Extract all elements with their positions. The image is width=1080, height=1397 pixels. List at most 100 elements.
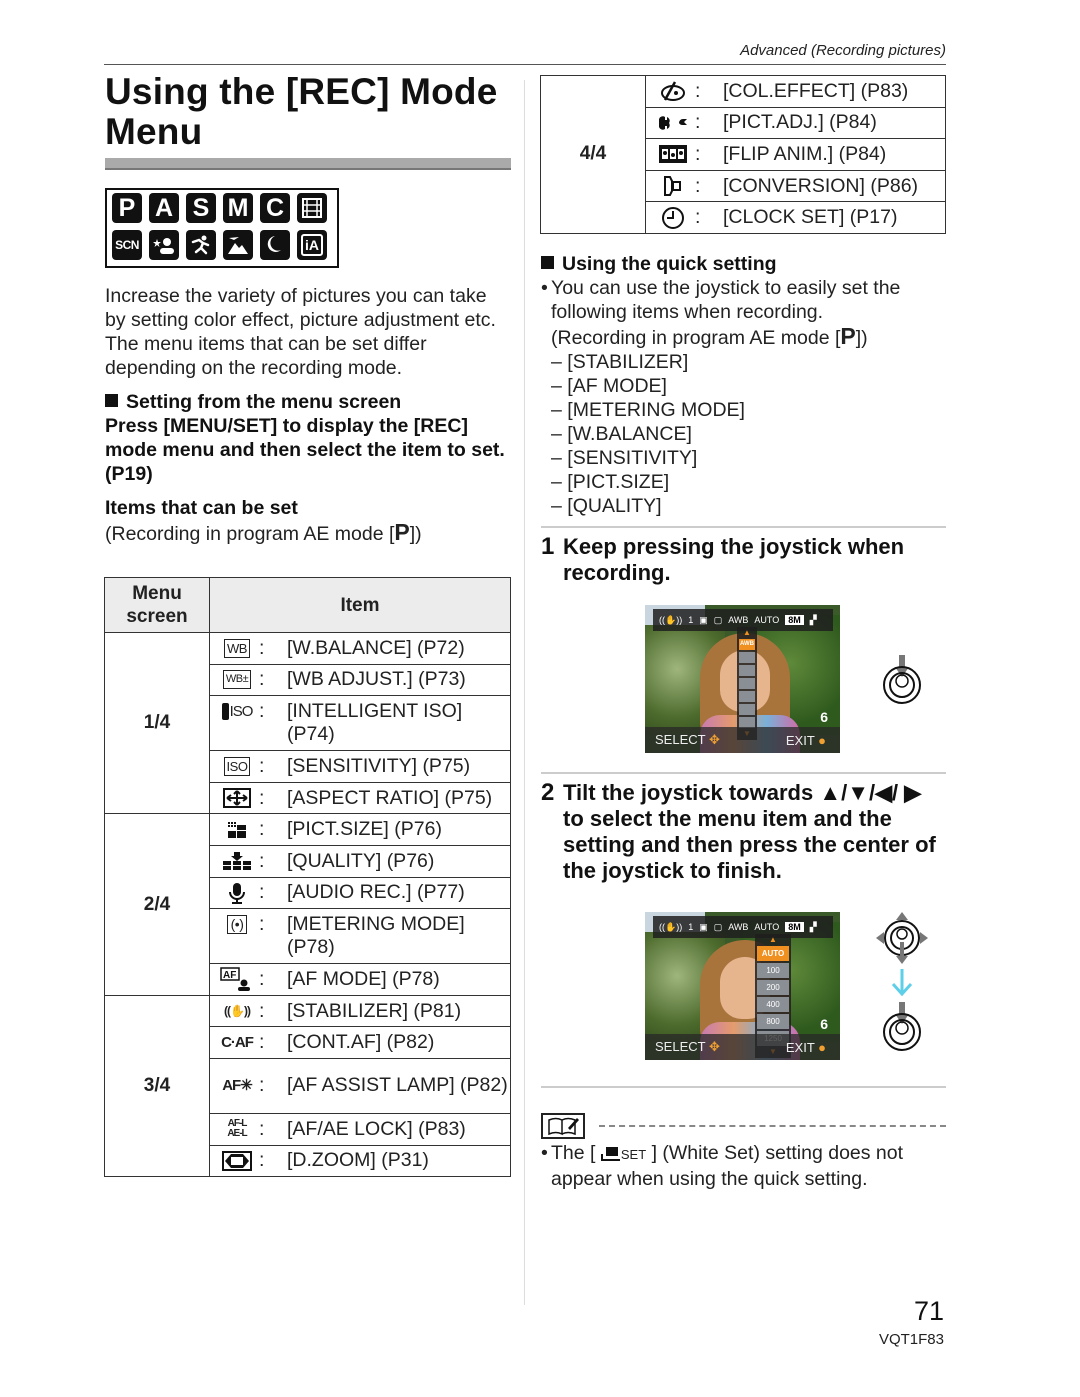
setting-option[interactable]: AUTO	[757, 946, 789, 961]
select-label: SELECT	[655, 732, 706, 747]
setting-option[interactable]	[739, 691, 755, 702]
column-divider	[524, 80, 525, 1305]
picture-size-value: 8M	[785, 922, 804, 932]
select-label: SELECT	[655, 1039, 706, 1054]
metering-icon: ▣	[699, 921, 708, 932]
menu-screen-heading-text: Setting from the menu screen	[126, 391, 402, 413]
item-label: [CONT.AF] (P82)	[287, 1031, 435, 1054]
aperture-priority-mode-icon: A	[149, 193, 179, 223]
rec-menu-table: Menu screen Item 1/4 WB : [W.BALANCE] (P…	[104, 577, 511, 1178]
quick-setting-bullet: • You can use the joystick to easily set …	[541, 276, 946, 324]
item-label: [AF/AE LOCK] (P83)	[287, 1117, 466, 1140]
menu-item-af-assist-lamp: AF✳ : [AF ASSIST LAMP] (P82)	[210, 1071, 510, 1100]
remaining-shots: 6	[820, 709, 828, 725]
setting-option[interactable]	[739, 652, 755, 663]
af-icon: ▢	[713, 921, 723, 932]
item-label: [AUDIO REC.] (P77)	[287, 881, 465, 904]
setting-option[interactable]: 200	[757, 980, 789, 995]
af-assist-lamp-icon: AF✳	[222, 1077, 253, 1095]
scroll-up-icon[interactable]: ▲	[769, 936, 777, 944]
menu-item-flip-anim: : [FLIP ANIM.] (P84)	[646, 140, 945, 169]
stabilizer-icon: ((✋))	[659, 921, 683, 932]
note-header	[541, 1113, 946, 1139]
setting-option[interactable]: 100	[757, 963, 789, 978]
step-2: 2 Tilt the joystick towards ▲/▼/◀/ ▶ to s…	[541, 780, 946, 884]
setting-option[interactable]: AWB	[739, 639, 755, 650]
note-dashed-line	[599, 1125, 946, 1127]
menu-page-cell: 1/4	[104, 631, 210, 815]
item-label: [QUALITY] (P76)	[287, 849, 435, 872]
joystick-tilt-icon	[876, 912, 928, 964]
step-1: 1 Keep pressing the joystick when recordi…	[541, 534, 946, 586]
sensitivity-icon: ISO	[219, 755, 255, 778]
menu-item-metering-mode: (•) : [METERING MODE] (P78)	[210, 910, 510, 962]
dash: –	[551, 447, 562, 469]
divider	[541, 772, 946, 774]
header-rule	[104, 64, 946, 65]
list-item-text: [METERING MODE]	[567, 399, 745, 421]
camera-screen-iso: ((✋)) 1 ▣ ▢ AWB AUTO 8M ▞ ▲ AUTO 100 200…	[645, 912, 840, 1060]
item-label: [WB ADJUST.] (P73)	[287, 668, 466, 691]
af-ae-lock-icon: AF-L AE-L	[227, 1118, 247, 1140]
wb-value: AWB	[728, 922, 749, 932]
item-label: [FLIP ANIM.] (P84)	[723, 142, 887, 165]
list-item: – [AF MODE]	[541, 374, 946, 398]
dash: –	[551, 351, 562, 373]
items-heading: Items that can be set	[105, 497, 298, 519]
exit-label: EXIT	[785, 732, 815, 748]
setting-option[interactable]	[739, 704, 755, 715]
item-label: [W.BALANCE] (P72)	[287, 636, 465, 659]
iso-value: AUTO	[754, 922, 780, 932]
picture-size-value: 8M	[785, 615, 804, 625]
colon: :	[695, 174, 701, 197]
joystick-dir-icon: ✥	[705, 732, 720, 747]
step-number: 1	[541, 533, 555, 560]
item-label: [D.ZOOM] (P31)	[287, 1149, 429, 1172]
remaining-shots: 6	[820, 1016, 828, 1032]
colon: :	[259, 818, 265, 841]
page-number: 71	[913, 1296, 944, 1326]
program-mode-p-icon: P	[840, 323, 856, 349]
list-item-text: [SENSITIVITY]	[567, 447, 698, 469]
setting-option[interactable]: 400	[757, 997, 789, 1012]
header-item: Item	[209, 577, 511, 633]
rec-menu-table-continued: 4/4 : [COL.EFFECT] (P83) : [PICT.ADJ.] (…	[540, 75, 946, 234]
colon: :	[259, 1074, 265, 1097]
stabilizer-mode: 1	[688, 615, 694, 625]
portrait-mode-icon	[149, 230, 179, 260]
joystick-press-icon	[883, 1002, 921, 1051]
setting-option[interactable]	[739, 678, 755, 689]
items-sub-prefix: (Recording in program AE mode [	[105, 523, 395, 545]
colon: :	[695, 79, 701, 102]
menu-item-conversion: : [CONVERSION] (P86)	[646, 172, 945, 201]
note-book-icon	[541, 1113, 585, 1139]
dash: –	[551, 399, 562, 421]
night-portrait-mode-icon	[260, 230, 290, 260]
bullet-dot: •	[541, 277, 548, 299]
scroll-up-icon[interactable]: ▲	[743, 629, 751, 637]
menu-item-intelligent-iso: ISO : [INTELLIGENT ISO] (P74)	[210, 697, 510, 749]
menu-item-cont-af: C·AF : [CONT.AF] (P82)	[210, 1028, 510, 1057]
white-balance-icon: WB	[219, 637, 255, 660]
menu-item-wb-adjust: WB± : [WB ADJUST.] (P73)	[210, 665, 510, 694]
menu-item-sensitivity: ISO : [SENSITIVITY] (P75)	[210, 752, 510, 781]
program-ae-mode-icon: P	[112, 193, 142, 223]
clock-icon	[655, 206, 691, 229]
note-prefix: The [	[551, 1142, 596, 1164]
colon: :	[259, 967, 265, 990]
item-label: [AF MODE] (P78)	[287, 967, 440, 990]
table-row: 2/4 : [PICT.SIZE] (P76)	[104, 813, 511, 996]
menu-item-col-effect: : [COL.EFFECT] (P83)	[646, 77, 945, 106]
item-label: [METERING MODE] (P78)	[287, 913, 465, 959]
list-item: – [QUALITY]	[541, 494, 946, 518]
setting-option[interactable]	[739, 665, 755, 676]
item-label: [CONVERSION] (P86)	[723, 174, 919, 197]
items-sub-suffix: ])	[409, 523, 422, 545]
iso-value: AUTO	[754, 615, 780, 625]
list-item: – [SENSITIVITY]	[541, 446, 946, 470]
color-effect-icon	[655, 80, 691, 103]
continuous-af-icon: C·AF	[221, 1034, 254, 1052]
step-text: Keep pressing the joystick when recordin…	[563, 534, 905, 585]
quality-icon: ▞	[809, 614, 817, 625]
setting-option[interactable]: 800	[757, 1014, 789, 1029]
